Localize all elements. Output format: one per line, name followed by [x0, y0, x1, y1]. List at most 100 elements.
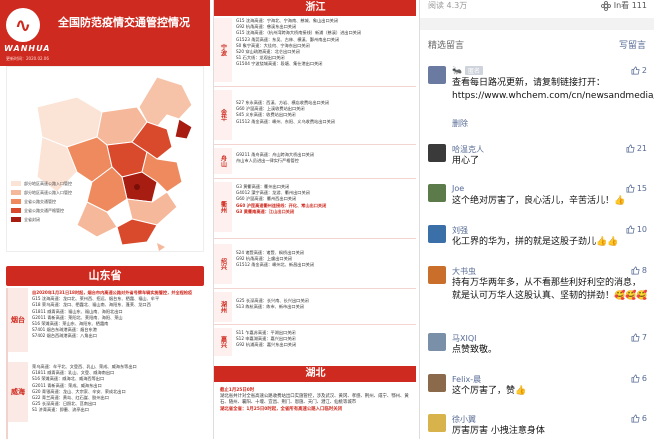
write-comment-button[interactable]: 写留言 — [619, 38, 646, 51]
province-banner: 浙江 — [214, 0, 416, 16]
in-look-label: In看 — [613, 1, 630, 10]
brand-name: WANHUA — [4, 44, 51, 53]
comment-author[interactable]: Felix-晨 — [452, 374, 481, 385]
comment-text: 点赞致敬。 — [452, 345, 498, 355]
thumbs-up-icon — [631, 66, 640, 75]
like-count: 10 — [636, 225, 647, 234]
province-detail: 烟台 自2020年1月31日18时起，烟台市内高速公路对外省号牌车辆实施管控，并… — [6, 288, 204, 439]
section-title: 精选留言 — [428, 41, 465, 51]
rule-line: G1512 甬金高速：嵊州、东阳、义乌收费站出口关闭 — [236, 118, 335, 124]
article-stats-bar: 阅读 4.3万 In看 111 — [420, 0, 654, 14]
city-label: 烟台 — [8, 288, 28, 352]
legend-swatch — [11, 217, 21, 222]
legend-label: 全省公路交通严格管控 — [24, 207, 64, 213]
city-label: 嘉兴 — [214, 328, 232, 356]
screenshot-collage: ∿ WANHUA 全国防范疫情交通管控情况 更新时间：2020.02.06 部分… — [0, 0, 654, 439]
city-lines: 荣乌高速：牟平北、文登西、乳山、荣成、威海东等出口 G1811 威青高速：乳山、… — [32, 364, 202, 414]
traffic-control-infographic: ∿ WANHUA 全国防范疫情交通管控情况 更新时间：2020.02.06 部分… — [0, 0, 210, 439]
rule-line: S13 练杭高速：练市、新市出口关闭 — [236, 304, 304, 310]
like-count: 2 — [641, 66, 647, 75]
thumbs-up-icon — [626, 225, 635, 234]
avatar[interactable] — [428, 66, 446, 84]
infographic-title: 全国防范疫情交通管控情况 — [58, 16, 190, 29]
map-legend: 部分地区高速公路入口管控 部分地区高速公路入口管控 全省公路交通管控 全省公路交… — [11, 179, 72, 224]
legend-item: 全省公路交通管控 — [11, 197, 72, 206]
city-label: 威海 — [8, 362, 28, 422]
legend-swatch — [11, 199, 21, 204]
city-label: 湖州 — [214, 292, 232, 322]
city-label: 绍兴 — [214, 244, 232, 284]
legend-label: 部分地区高速公路入口管控 — [24, 189, 72, 195]
legend-label: 部分地区高速公路入口管控 — [24, 180, 72, 186]
like-count: 7 — [641, 333, 647, 342]
avatar[interactable] — [428, 266, 446, 284]
infographic-header: ∿ WANHUA 全国防范疫情交通管控情况 更新时间：2020.02.06 — [0, 0, 210, 66]
read-count: 阅读 4.3万 — [428, 1, 468, 10]
city-label: 衢州 — [214, 182, 232, 232]
city-label: 宁波 — [214, 18, 232, 82]
province-title: 山东省 — [88, 269, 122, 282]
like-button[interactable]: 15 — [626, 184, 647, 193]
comment-text: 持有万华两年多，从不看那些利好利空的消息，就是认可万华人这股认真、坚韧的拼劲！🥰… — [452, 278, 648, 301]
legend-item: 部分地区高速公路入口管控 — [11, 179, 72, 188]
avatar[interactable] — [428, 144, 446, 162]
legend-label: 全省公路交通管控 — [24, 198, 56, 204]
rule-line: 舟山市人员进出一律实行严格管控 — [236, 158, 299, 164]
like-button[interactable]: 8 — [631, 266, 647, 275]
city-lines: G25 长深高速：长兴南、长兴出口关闭 S13 练杭高速：练市、新市出口关闭 — [236, 298, 414, 310]
rule-line: G1504 宁波绕城高速：段塘、集仕港出口关闭 — [236, 61, 323, 67]
comment-author[interactable]: 大书虫 — [452, 266, 476, 277]
like-button[interactable]: 21 — [626, 144, 647, 153]
divider — [214, 178, 416, 179]
comment-text: 这个厉害了，赞👍 — [452, 386, 527, 396]
like-count: 6 — [641, 414, 647, 423]
divider — [214, 324, 416, 325]
city-lines: S11 乍嘉苏高速：平湖出口关闭 S12 申嘉湖高速：嘉兴出口关闭 G92 杭浦… — [236, 330, 414, 349]
delete-comment-button[interactable]: 删除 — [452, 118, 468, 129]
province-banner: 湖北 — [214, 366, 416, 382]
rule-line: 湖北省共计对全省高速公路收费站出口实施管控，涉及武汉、黄冈、孝感、荆州、咸宁、鄂… — [220, 394, 409, 406]
legend-item: 部分地区高速公路入口管控 — [11, 188, 72, 197]
in-look-button[interactable]: In看 111 — [600, 0, 647, 11]
update-date: 更新时间：2020.02.06 — [6, 56, 49, 61]
thumbs-up-icon — [626, 144, 635, 153]
like-count: 8 — [641, 266, 647, 275]
in-look-count: 111 — [631, 1, 647, 10]
like-count: 21 — [636, 144, 647, 153]
city-label: 舟山 — [214, 148, 232, 174]
city-label: 金华 — [214, 90, 232, 140]
avatar[interactable] — [428, 414, 446, 432]
rule-line: G1512 甬金高速：嵊州北、新昌出口关闭 — [236, 262, 315, 268]
comment-text: 这个绝对厉害了，良心活儿，辛苦活儿！👍 — [452, 196, 626, 206]
rule-line: 湖北省全省：1月25日0时起，全省所有高速公路入口临时关闭 — [220, 406, 342, 412]
like-button[interactable]: 6 — [631, 414, 647, 423]
like-button[interactable]: 2 — [631, 66, 647, 75]
legend-swatch — [11, 208, 21, 213]
city-lines: 自2020年1月31日18时起，烟台市内高速公路对外省号牌车辆实施管控，并全程检… — [32, 290, 202, 340]
like-button[interactable]: 6 — [631, 374, 647, 383]
legend-swatch — [11, 190, 21, 195]
city-lines: S27 东永高速：西溪、方岩、横店收费站出口关闭 G60 沪昆高速：上溪收费站出… — [236, 100, 414, 125]
legend-item: 全省公路交通严格管控 — [11, 206, 72, 215]
rule-line: G3 黄衢南高速：江山出口关闭 — [236, 208, 295, 214]
rule-line: G92 杭浦高速：嘉兴东出口关闭 — [236, 342, 297, 348]
comment-author[interactable]: 🐜 匿名 — [452, 66, 483, 75]
avatar[interactable] — [428, 333, 446, 351]
like-count: 6 — [641, 374, 647, 383]
like-count: 15 — [636, 184, 647, 193]
like-button[interactable]: 10 — [626, 225, 647, 234]
comment-author[interactable]: 徐小翼 — [452, 414, 476, 425]
comment-text: 查看每日路况更新，请复制链接打开：https://www.whchem.com/… — [452, 78, 654, 101]
hubei-detail: 截止1月25日0时 湖北省共计对全省高速公路收费站出口实施管控，涉及武汉、黄冈、… — [220, 388, 412, 439]
comment-author[interactable]: 哈温克人 — [452, 144, 484, 155]
avatar[interactable] — [428, 374, 446, 392]
city-lines: G15 沈海高速：宁海北、宁海南、慈城、象山出口关闭 G92 杭甬高速：慈溪东出… — [236, 18, 414, 68]
avatar[interactable] — [428, 184, 446, 202]
comment-author[interactable]: 刘强 — [452, 225, 468, 236]
avatar[interactable] — [428, 225, 446, 243]
city-lines: G3 黄衢高速：衢州出口关闭 G4012 溧宁高速：龙游、衢州出口关闭 G60 … — [236, 184, 414, 215]
comment-text: 化工界的华为，拼的就是这股子劲儿👍👍 — [452, 237, 619, 247]
comment-author[interactable]: 马XIQI — [452, 333, 477, 344]
comment-author[interactable]: Joe — [452, 184, 464, 193]
like-button[interactable]: 7 — [631, 333, 647, 342]
